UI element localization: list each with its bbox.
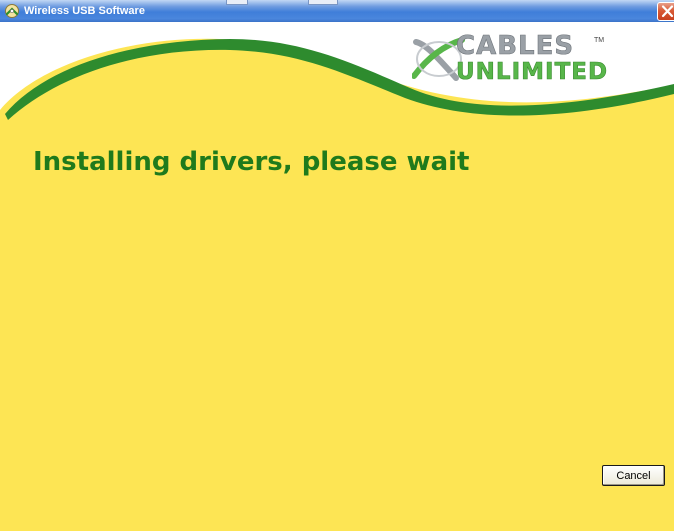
installer-disc-icon bbox=[5, 4, 19, 18]
close-icon bbox=[661, 5, 674, 18]
logo-trademark: TM bbox=[594, 37, 604, 44]
x-swoosh-icon bbox=[412, 37, 465, 81]
installing-status-heading: Installing drivers, please wait bbox=[33, 147, 470, 177]
title-bar[interactable]: Wireless USB Software bbox=[0, 0, 674, 22]
logo-line2: UNLIMITED bbox=[456, 59, 608, 85]
logo-line1: CABLES bbox=[456, 31, 574, 61]
installer-window: Wireless USB Software CABLES TM UNLIMITE… bbox=[0, 0, 674, 531]
window-title: Wireless USB Software bbox=[24, 5, 145, 17]
cancel-button[interactable]: Cancel bbox=[602, 465, 665, 486]
close-button[interactable] bbox=[657, 2, 674, 21]
cables-unlimited-logo: CABLES TM UNLIMITED bbox=[412, 30, 642, 85]
